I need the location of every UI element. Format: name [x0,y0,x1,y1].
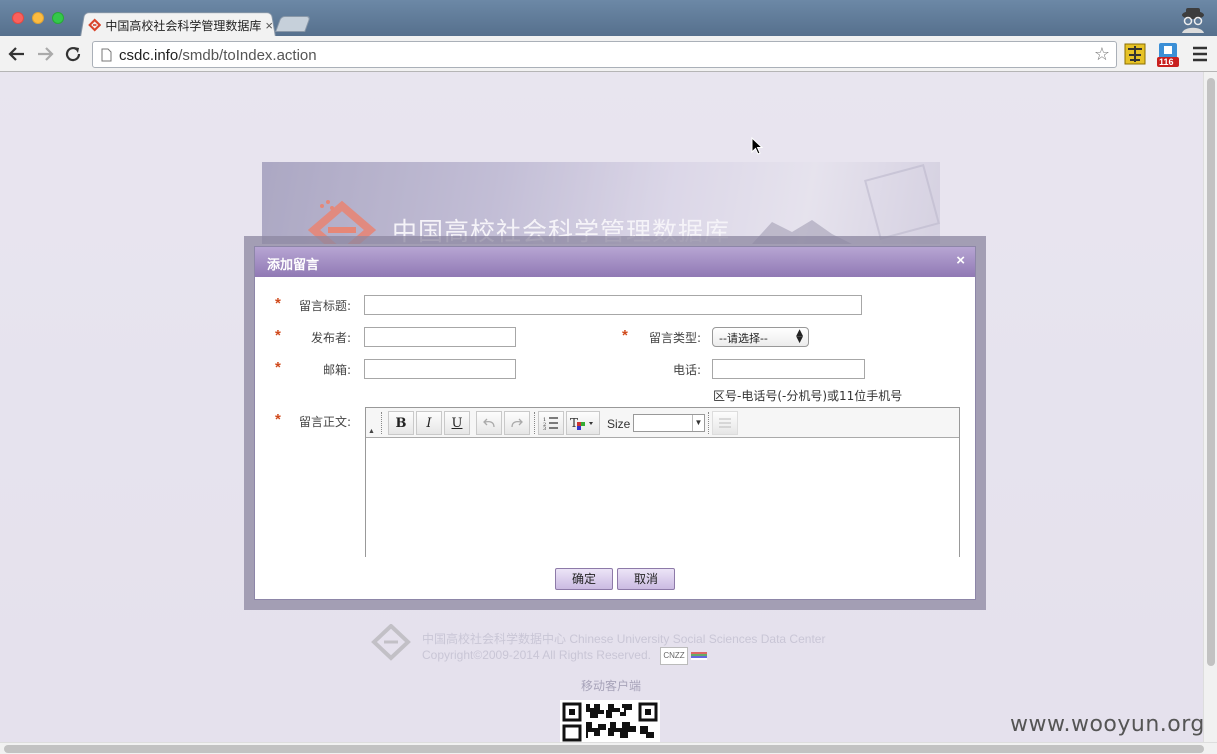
browser-tab-content[interactable]: 中国高校社会科学管理数据库 × [88,15,273,35]
select-arrows-icon: ▲ ▼ [796,328,803,345]
body-label: 留言正文: [298,415,351,429]
subject-input[interactable] [364,295,862,315]
publisher-label: 发布者: [310,331,351,345]
redo-icon [511,418,523,428]
italic-button[interactable]: I [416,411,442,435]
required-mark: * [275,359,281,376]
zoom-window-button[interactable] [52,12,64,24]
extension-badge-count: 116 [1159,57,1174,67]
new-tab-button[interactable] [275,16,311,32]
horizontal-scrollbar[interactable] [0,742,1217,754]
svg-text:T: T [570,416,578,430]
minimize-window-button[interactable] [32,12,44,24]
underline-button[interactable]: U [444,411,470,435]
menu-icon[interactable] [1191,45,1209,63]
mouse-cursor-icon [751,137,763,155]
footer-copyright-line: Copyright©2009-2014 All Rights Reserved.… [422,647,825,665]
text-color-icon: T [570,416,593,430]
ordered-list-icon: 123 [543,417,558,430]
address-bar[interactable]: csdc.info/smdb/toIndex.action ☆ [92,41,1117,68]
undo-button[interactable] [476,411,502,435]
cnzz-badge[interactable]: CNZZ [660,647,688,665]
phone-field[interactable] [712,359,865,379]
vertical-scrollbar[interactable] [1203,72,1217,742]
browser-toolbar: csdc.info/smdb/toIndex.action ☆ 116 [0,36,1217,72]
message-type-label: 留言类型: [648,331,701,345]
editor-content-area[interactable] [366,439,959,558]
publisher-input[interactable] [364,327,516,347]
phone-format-hint: 区号-电话号(-分机号)或11位手机号 [713,389,903,403]
phone-label: 电话: [672,363,701,377]
extension-icon[interactable] [1124,43,1146,65]
vertical-scroll-thumb[interactable] [1207,78,1215,666]
back-arrow-icon [8,47,24,61]
footer-info: 中国高校社会科学数据中心 Chinese University Social S… [422,631,825,665]
mobile-client-label: 移动客户端 [581,679,642,693]
horizontal-scroll-thumb[interactable] [4,745,1204,753]
undo-icon [483,418,495,428]
confirm-button[interactable]: 确定 [555,568,613,590]
browser-titlebar: 中国高校社会科学管理数据库 × [0,0,1217,38]
horizontal-rule-icon [719,418,731,428]
required-mark: * [275,327,281,344]
ordered-list-button[interactable]: 123 [538,411,564,435]
footer-center-name: 中国高校社会科学数据中心 Chinese University Social S… [422,632,826,646]
toolbar-grip [381,412,383,434]
email-field[interactable] [364,359,516,379]
forward-arrow-icon [38,47,54,61]
text-color-button[interactable]: T [566,411,600,435]
dialog-title: 添加留言 [267,258,320,273]
message-type-value: --请选择-- [719,332,768,345]
close-icon[interactable]: × [956,252,965,269]
font-size-select[interactable]: ▼ [633,414,705,432]
watermark: www.wooyun.org [1010,712,1205,737]
message-type-select[interactable]: --请选择-- ▲ ▼ [712,327,809,347]
add-message-dialog: 添加留言 × * 留言标题: * 发布者: * 留言类型: --请选择-- ▲ ▼… [254,246,976,600]
forward-button[interactable] [35,44,55,64]
page-icon [101,48,112,62]
toolbar-separator [708,412,710,434]
close-window-button[interactable] [12,12,24,24]
font-size-label: Size [607,417,631,431]
toolbar-separator [534,412,536,434]
reload-button[interactable] [63,44,83,64]
reload-icon [65,46,81,62]
back-button[interactable] [7,44,27,64]
dialog-header: 添加留言 × [255,247,975,277]
cancel-button[interactable]: 取消 [617,568,675,590]
required-mark: * [622,327,628,344]
cnzz-stats-icon [690,652,707,660]
required-mark: * [275,411,281,428]
url-text: csdc.info/smdb/toIndex.action [119,47,317,64]
footer-copyright: Copyright©2009-2014 All Rights Reserved. [422,648,651,663]
csdc-logo-icon [88,18,102,32]
footer-logo-icon [371,624,411,661]
extension-badge-button[interactable]: 116 [1156,42,1180,68]
subject-label: 留言标题: [298,299,351,313]
svg-text:3: 3 [543,426,546,430]
required-mark: * [275,295,281,312]
bookmark-star-icon[interactable]: ☆ [1094,44,1110,65]
qr-code-icon [560,700,660,742]
rich-text-editor: ▲ B I U 123 T Size ▼ [365,407,960,558]
tab-title: 中国高校社会科学管理数据库 [105,18,262,33]
toolbar-collapse-icon[interactable]: ▲ [368,428,375,435]
redo-button[interactable] [504,411,530,435]
bold-button[interactable]: B [388,411,414,435]
incognito-icon [1182,8,1204,33]
email-label: 邮箱: [322,363,351,377]
editor-toolbar: ▲ B I U 123 T Size ▼ [366,408,959,438]
tab-close-icon[interactable]: × [265,18,273,33]
horizontal-rule-button[interactable] [712,411,738,435]
dropdown-arrow-icon: ▼ [692,415,704,431]
